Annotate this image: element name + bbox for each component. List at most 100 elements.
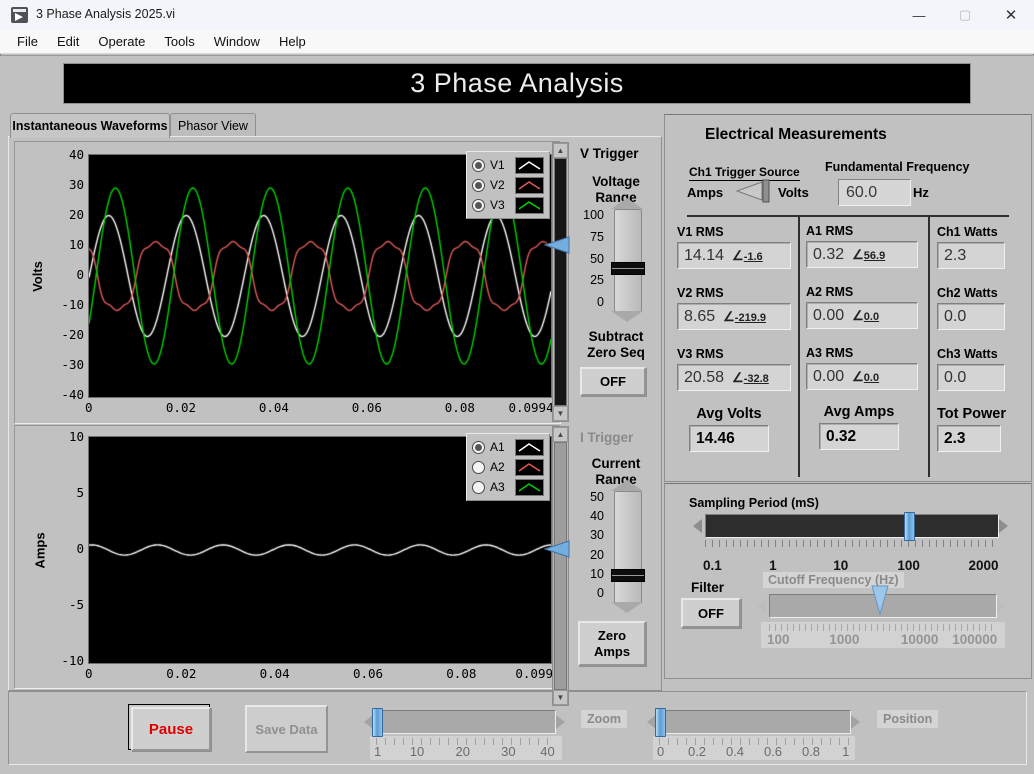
filter-button[interactable]: OFF: [681, 598, 741, 628]
slider-right-arrow-icon[interactable]: [851, 715, 860, 729]
cutoff-frequency-slider[interactable]: 100100010000100000: [751, 592, 1023, 654]
zoom-slider[interactable]: 110203040: [364, 708, 574, 760]
menu-tools[interactable]: Tools: [155, 32, 204, 51]
slider-tick-label: 0.2: [688, 744, 706, 759]
slider-right-arrow-icon[interactable]: [556, 715, 565, 729]
slider-handle[interactable]: [611, 569, 645, 582]
slider-handle[interactable]: [372, 708, 383, 737]
slider-increment-icon[interactable]: [611, 480, 643, 491]
plot-visible-radio[interactable]: [472, 199, 485, 212]
scroll-up-icon[interactable]: ▲: [553, 143, 568, 158]
amps-graph-scrollbar[interactable]: ▲ ▼: [552, 426, 569, 706]
voltage-range-slider[interactable]: 1007550250: [578, 206, 650, 326]
plot-style-swatch[interactable]: [515, 459, 544, 476]
menu-file[interactable]: File: [8, 32, 48, 51]
slider-tick-label: 1: [842, 744, 849, 759]
plot-style-swatch[interactable]: [515, 177, 544, 194]
trigger-source-switch[interactable]: [731, 179, 777, 208]
menu-edit[interactable]: Edit: [48, 32, 89, 51]
y-tick: 0: [76, 541, 84, 556]
minimize-button[interactable]: —: [896, 0, 942, 30]
menu-bar: FileEditOperateToolsWindowHelp: [0, 30, 1034, 54]
x-tick: 0.099: [515, 666, 553, 681]
slider-track[interactable]: [614, 209, 642, 312]
slider-right-arrow-icon[interactable]: [999, 519, 1008, 533]
subtract-zero-seq-label: Subtract Zero Seq: [576, 329, 656, 361]
menu-operate[interactable]: Operate: [89, 32, 155, 51]
slider-handle[interactable]: [611, 262, 645, 275]
menu-help[interactable]: Help: [270, 32, 316, 51]
position-slider[interactable]: 00.20.40.60.81: [647, 708, 869, 760]
plot-style-swatch[interactable]: [515, 439, 544, 456]
plot-visible-radio[interactable]: [472, 461, 485, 474]
plot-visible-radio[interactable]: [472, 481, 485, 494]
i-trigger-title: I Trigger: [580, 430, 633, 445]
slider-track[interactable]: [705, 514, 999, 538]
slider-tick-label: 2000: [968, 558, 998, 573]
slider-tick-label: 10: [833, 558, 848, 573]
scale-tick: 50: [590, 490, 604, 504]
slider-tick-label: 1000: [829, 632, 859, 647]
pause-button[interactable]: Pause: [131, 707, 211, 751]
legend-label: V1: [490, 158, 510, 172]
slider-track[interactable]: [376, 710, 556, 734]
tab-instantaneous-waveforms[interactable]: Instantaneous Waveforms: [10, 113, 170, 138]
window-title: 3 Phase Analysis 2025.vi: [36, 7, 175, 21]
current-trigger-cursor[interactable]: [544, 540, 570, 563]
position-label: Position: [877, 710, 938, 728]
legend-item-a2: A2: [472, 457, 544, 477]
y-tick: -30: [61, 357, 84, 372]
slider-pointer[interactable]: [871, 585, 889, 620]
v1-rms-meter: V1 RMS 14.14 ∠-1.6: [677, 225, 791, 269]
slider-left-arrow-icon[interactable]: [693, 519, 702, 533]
save-data-button[interactable]: Save Data: [245, 705, 328, 753]
plot-visible-radio[interactable]: [472, 179, 485, 192]
menu-window[interactable]: Window: [205, 32, 270, 51]
scale-tick: 0: [597, 586, 604, 600]
slider-right-arrow-icon: [997, 599, 1006, 613]
a1-rms-meter: A1 RMS 0.32 ∠56.9: [806, 224, 918, 268]
plot-style-swatch[interactable]: [515, 157, 544, 174]
tab-phasor-view[interactable]: Phasor View: [170, 113, 256, 137]
slider-handle[interactable]: [655, 708, 666, 737]
volts-graph-scrollbar[interactable]: ▲ ▼: [552, 142, 569, 422]
slider-track[interactable]: [614, 491, 642, 603]
fundamental-frequency-value[interactable]: 60.0: [838, 179, 911, 206]
plot-visible-radio[interactable]: [472, 441, 485, 454]
legend-item-a3: A3: [472, 477, 544, 497]
close-button[interactable]: ✕: [988, 0, 1034, 30]
scale-tick: 25: [590, 273, 604, 287]
slider-tick-label: 1: [374, 744, 381, 759]
x-tick: 0.04: [259, 400, 289, 415]
slider-tick-labels: 110203040: [376, 744, 554, 760]
slider-tick-labels: 00.20.40.60.81: [659, 744, 849, 760]
scroll-down-icon[interactable]: ▼: [553, 690, 568, 705]
slider-handle[interactable]: [904, 512, 915, 541]
volts-axis-label: Volts: [30, 261, 45, 292]
voltage-trigger-cursor[interactable]: [544, 236, 570, 259]
scrollbar-thumb[interactable]: [554, 158, 567, 406]
ch3-watts-meter: Ch3 Watts 0.0: [937, 347, 1005, 391]
current-range-slider[interactable]: 50403020100: [578, 488, 650, 618]
slider-increment-icon[interactable]: [611, 198, 643, 209]
zero-amps-button[interactable]: Zero Amps: [578, 621, 646, 666]
scrollbar-thumb[interactable]: [554, 442, 567, 690]
slider-tick-label: 100: [767, 632, 790, 647]
subtract-zero-seq-button[interactable]: OFF: [580, 367, 646, 396]
slider-tick-label: 30: [501, 744, 515, 759]
slider-ticks: [769, 624, 995, 631]
x-tick: 0.08: [445, 400, 475, 415]
scroll-down-icon[interactable]: ▼: [553, 406, 568, 421]
plot-visible-radio[interactable]: [472, 159, 485, 172]
ch1-watts-meter: Ch1 Watts 2.3: [937, 225, 1005, 269]
sampling-period-label: Sampling Period (mS): [689, 496, 819, 510]
plot-style-swatch[interactable]: [515, 197, 544, 214]
hz-unit-label: Hz: [913, 185, 929, 200]
plot-style-swatch[interactable]: [515, 479, 544, 496]
slider-decrement-icon[interactable]: [611, 602, 643, 613]
scroll-up-icon[interactable]: ▲: [553, 427, 568, 442]
slider-tick-label: 1: [769, 558, 777, 573]
labview-app-icon: [11, 7, 28, 23]
slider-decrement-icon[interactable]: [611, 311, 643, 322]
slider-track[interactable]: [659, 710, 851, 734]
